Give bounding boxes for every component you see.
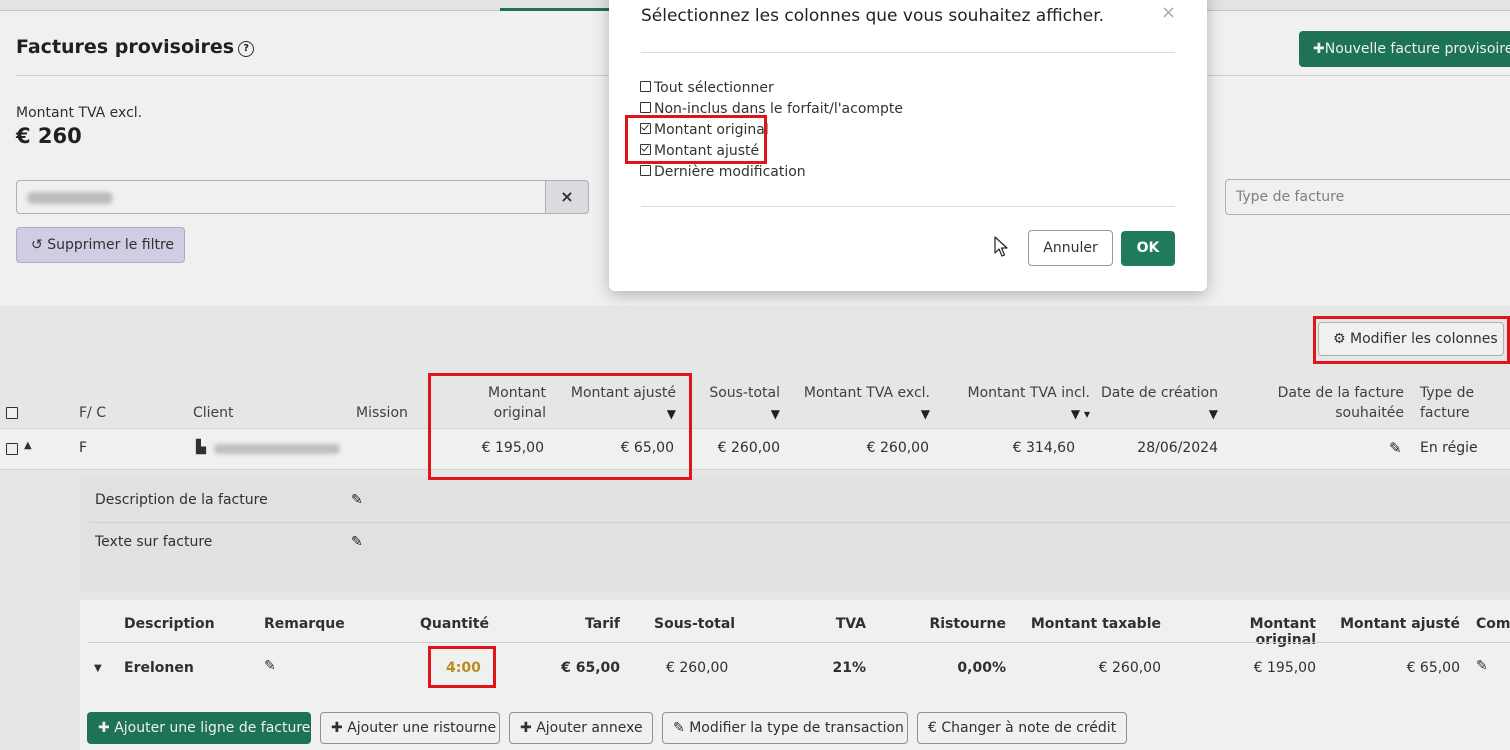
highlight-modify-columns (1313, 316, 1510, 364)
cancel-button[interactable]: Annuler (1028, 230, 1113, 266)
checkbox[interactable] (640, 165, 651, 176)
option-derniere-modification[interactable]: Dernière modification (640, 164, 806, 180)
highlight-amount-columns (428, 373, 692, 480)
highlight-quantity (428, 646, 496, 688)
modal-divider (641, 52, 1175, 53)
modal-title: Sélectionnez les colonnes que vous souha… (641, 6, 1105, 26)
close-icon[interactable]: × (1161, 2, 1176, 23)
modal-divider (641, 206, 1175, 207)
option-select-all[interactable]: Tout sélectionner (640, 80, 774, 96)
checkbox[interactable] (640, 102, 651, 113)
checkbox[interactable] (640, 81, 651, 92)
highlight-modal-options (625, 115, 767, 164)
ok-button[interactable]: OK (1121, 231, 1175, 266)
mouse-cursor-icon (994, 236, 1008, 257)
